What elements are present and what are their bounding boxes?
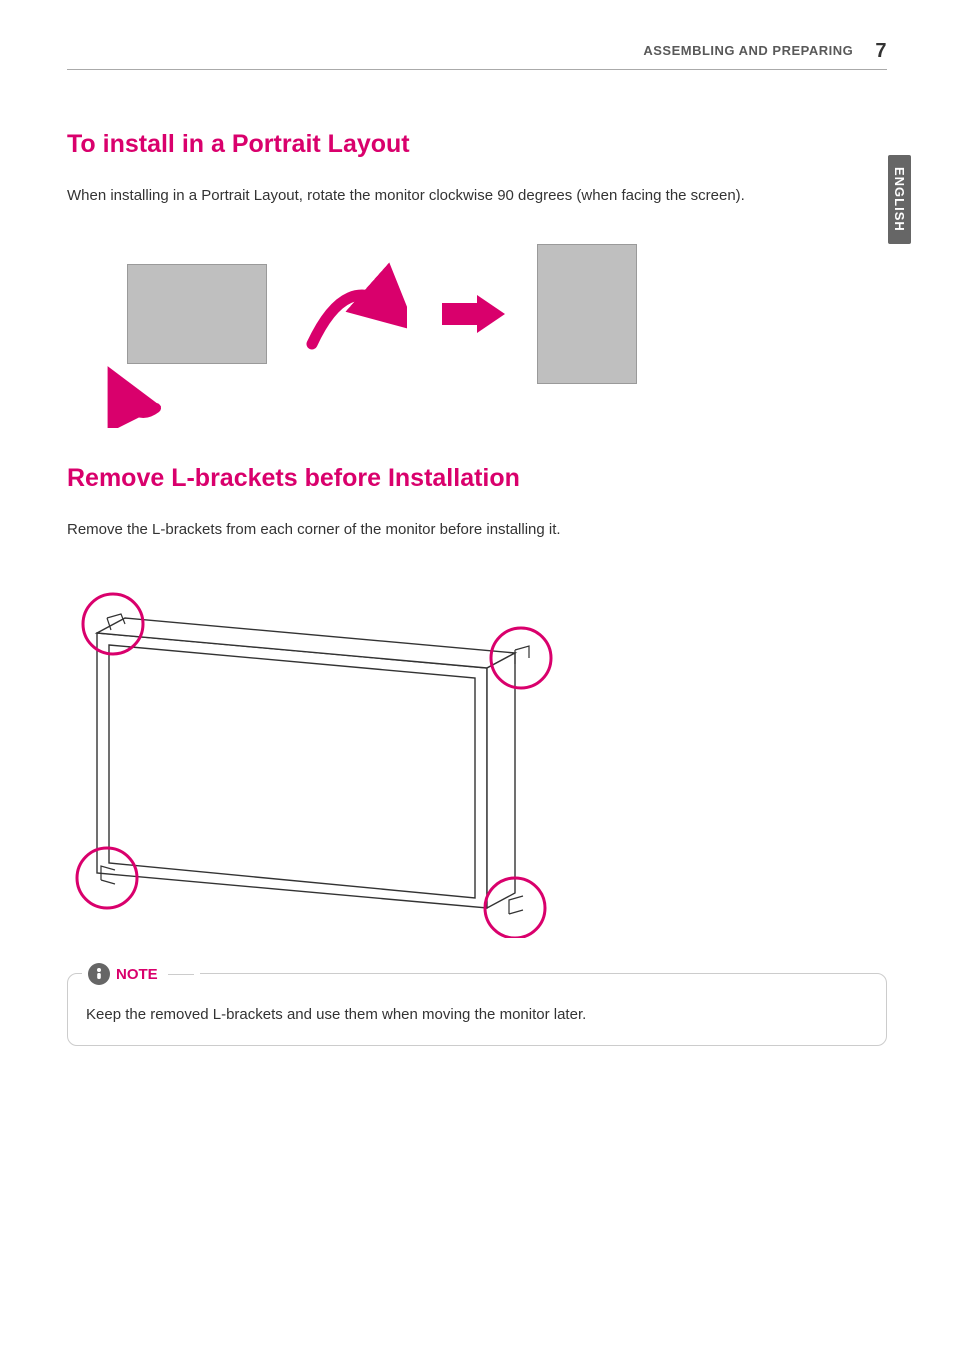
rotate-diagram [127, 244, 887, 384]
page-header: ASSEMBLING AND PREPARING 7 [67, 40, 887, 70]
note-label-text: NOTE [116, 966, 158, 983]
note-body: Keep the removed L-brackets and use them… [86, 1006, 868, 1023]
rotate-arrow-cw-icon [297, 254, 407, 374]
monitor-portrait-rect [537, 244, 637, 384]
arrow-right-icon [437, 289, 507, 339]
language-tab: ENGLISH [888, 155, 911, 244]
note-label: NOTE [82, 963, 200, 985]
page-number: 7 [875, 40, 887, 62]
monitor-landscape-rect [127, 264, 267, 364]
section-label: ASSEMBLING AND PREPARING [643, 43, 853, 58]
section-title-portrait: To install in a Portrait Layout [67, 130, 887, 159]
lbracket-diagram [67, 578, 887, 943]
section-body-portrait: When installing in a Portrait Layout, ro… [67, 187, 887, 204]
section-title-lbrackets: Remove L-brackets before Installation [67, 464, 887, 493]
section-body-lbrackets: Remove the L-brackets from each corner o… [67, 521, 887, 538]
note-box: NOTE Keep the removed L-brackets and use… [67, 973, 887, 1046]
rotate-arrow-ccw-icon [101, 358, 171, 428]
note-info-icon [88, 963, 110, 985]
